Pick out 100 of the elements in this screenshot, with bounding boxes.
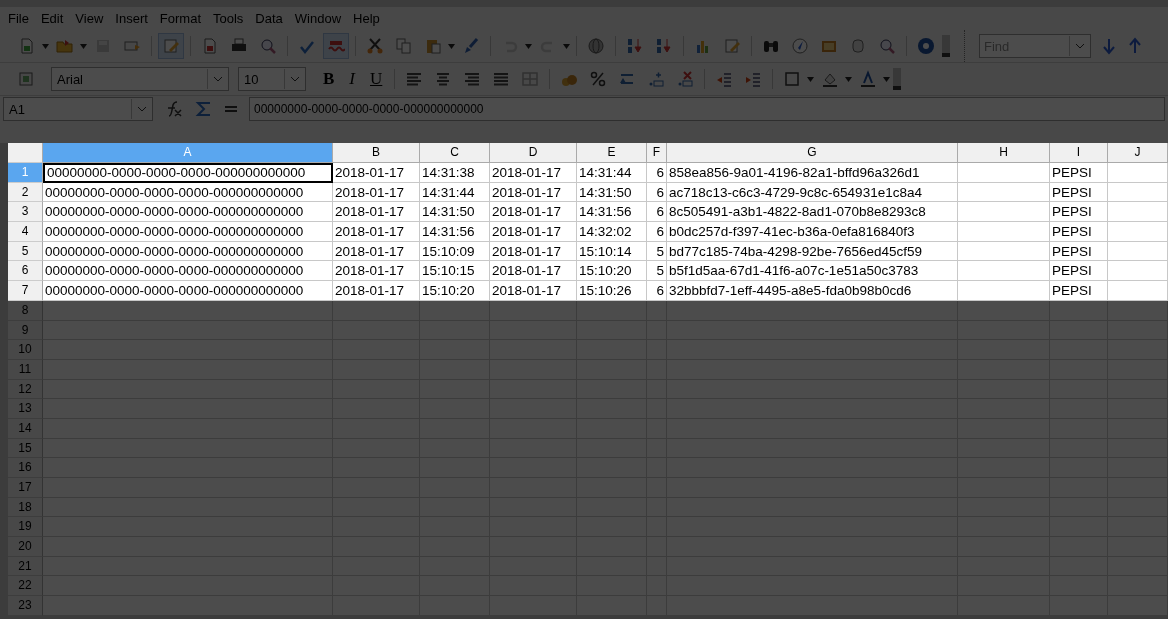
row-header[interactable]: 1 [8,163,43,183]
decimal-icon[interactable] [676,70,695,88]
dropdown-icon[interactable] [290,76,300,82]
column-header[interactable]: B [333,143,420,163]
column-header[interactable]: C [420,143,490,163]
indent-icon[interactable] [744,70,763,88]
sort-icon[interactable] [626,37,644,55]
row-header[interactable]: 2 [8,182,43,203]
row-header[interactable]: 18 [8,497,43,518]
clipboard-icon[interactable] [424,37,442,55]
name-box[interactable]: A1 [3,97,153,121]
caret-icon[interactable] [448,43,455,49]
overflow-icon[interactable] [893,68,902,90]
menu-item[interactable]: Help [348,9,385,28]
dropdown-icon[interactable] [1075,43,1085,49]
justify-icon[interactable] [492,70,511,88]
italic-button[interactable]: I [343,68,361,90]
column-header[interactable]: I [1050,143,1108,163]
underline-bar-icon[interactable] [859,70,878,88]
caret-icon[interactable] [80,43,87,49]
align-right-icon[interactable] [463,70,482,88]
percent-icon[interactable] [589,70,608,88]
column-header[interactable]: E [577,143,647,163]
column-header[interactable]: H [958,143,1050,163]
pencil-icon[interactable] [162,37,180,55]
select-all-corner[interactable] [8,143,43,163]
table-cell: PEPSI [1050,182,1108,203]
row-header[interactable]: 11 [8,359,43,380]
row-header[interactable]: 21 [8,556,43,577]
scissors-icon[interactable] [366,37,384,55]
menu-item[interactable]: Tools [208,9,249,28]
font-size-field[interactable]: 10 [238,67,306,91]
column-header[interactable]: D [490,143,577,163]
row-header[interactable]: 23 [8,596,43,616]
font-name-field[interactable]: Arial [51,67,229,91]
row-header[interactable]: 7 [8,281,43,301]
row-header[interactable]: 12 [8,379,43,400]
menu-item[interactable]: Edit [35,9,69,28]
column-header[interactable]: J [1108,143,1168,163]
align-left-icon[interactable] [405,70,424,88]
copy-icon[interactable] [395,37,413,55]
menu-item[interactable]: View [70,9,109,28]
row-header[interactable]: 17 [8,478,43,498]
underline-button[interactable]: U [364,68,389,90]
caret-icon[interactable] [845,76,853,82]
globe-icon[interactable] [587,37,605,55]
column-header[interactable]: F [647,143,667,163]
border-icon[interactable] [783,70,802,88]
row-header[interactable]: 15 [8,438,43,459]
decimal-icon[interactable] [647,70,666,88]
menu-item[interactable]: Insert [110,9,153,28]
document-icon[interactable] [201,37,219,55]
row-header[interactable]: 8 [8,300,43,321]
help-icon[interactable] [917,37,935,55]
pencil-icon[interactable] [723,37,741,55]
folder-icon[interactable] [56,37,74,55]
menu-item[interactable]: Format [154,9,206,28]
down-arrow-icon[interactable] [1101,37,1117,55]
row-header[interactable]: 16 [8,458,43,478]
brush-icon[interactable] [462,37,480,55]
row-header[interactable]: 4 [8,222,43,242]
table-cell: 2018-01-17 [490,241,577,262]
dropdown-icon[interactable] [137,106,147,112]
outdent-icon[interactable] [715,70,734,88]
overflow-icon[interactable] [942,35,950,57]
search-icon[interactable] [878,37,896,55]
menu-item[interactable]: Data [250,9,288,28]
row-header[interactable]: 5 [8,241,43,262]
row-header[interactable]: 10 [8,340,43,360]
table-cell: 15:10:09 [420,241,490,262]
row-header[interactable]: 19 [8,517,43,538]
caret-icon[interactable] [42,43,49,49]
dropdown-icon[interactable] [213,76,223,82]
table-cell: 15:10:20 [577,261,647,282]
formula-input[interactable]: 00000000-0000-0000-0000-000000000000 [249,97,1165,121]
row-header[interactable]: 3 [8,202,43,223]
table-cell: 00000000-0000-0000-0000-000000000000 [43,281,333,301]
column-header[interactable]: A [43,143,333,163]
up-arrow-icon[interactable] [1127,37,1143,55]
row-header[interactable]: 22 [8,576,43,597]
row-header[interactable]: 20 [8,537,43,557]
column-header[interactable]: G [667,143,958,163]
properties-icon[interactable] [18,70,36,88]
menu-item[interactable]: File [3,9,34,28]
table-cell: PEPSI [1050,163,1108,183]
caret-icon[interactable] [807,76,815,82]
row-header[interactable]: 14 [8,418,43,439]
row-header[interactable]: 6 [8,261,43,282]
compass-icon[interactable] [791,37,809,55]
bold-button[interactable]: B [317,68,341,90]
table-cell: 2018-01-17 [333,202,420,223]
row-header[interactable]: 9 [8,320,43,341]
menu-item[interactable]: Window [289,9,347,28]
magnifier-icon[interactable] [259,37,277,55]
document-icon[interactable] [18,37,36,55]
sort-icon[interactable] [655,37,673,55]
row-header[interactable]: 13 [8,399,43,419]
sum-icon[interactable] [195,100,213,118]
caret-icon[interactable] [883,76,891,82]
table-cell: 14:32:02 [577,222,647,242]
